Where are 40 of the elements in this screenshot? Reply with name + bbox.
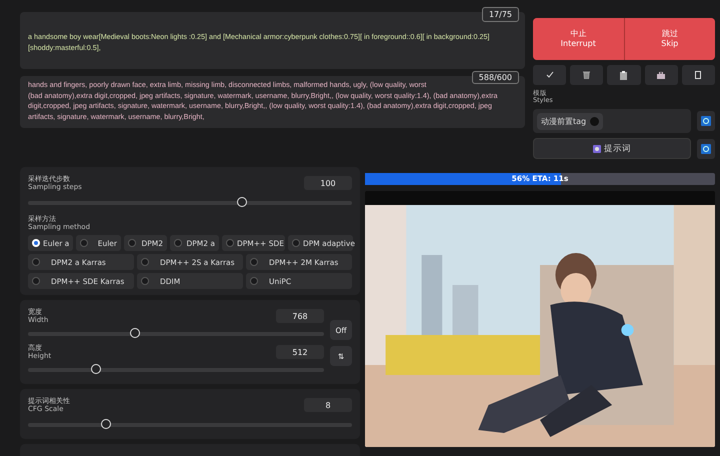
radio-dot[interactable] — [292, 239, 300, 247]
number-field[interactable]: 512 — [276, 345, 324, 359]
refresh-button[interactable] — [697, 111, 715, 131]
radio-dot[interactable] — [141, 277, 149, 285]
radio-dot[interactable] — [226, 239, 234, 247]
radio-dot[interactable] — [80, 239, 88, 247]
refresh-button[interactable] — [697, 138, 715, 158]
style-tag[interactable]: 动漫前置tag — [537, 112, 604, 130]
tool-button[interactable] — [682, 65, 715, 85]
action-button[interactable]: 中止 Interrupt — [533, 18, 624, 60]
radio-dot[interactable] — [174, 239, 182, 247]
square-icon — [695, 71, 702, 79]
slider-thumb[interactable] — [236, 197, 247, 207]
number-field[interactable]: 8 — [304, 398, 352, 412]
number-field[interactable]: 100 — [304, 176, 352, 190]
radio-dot[interactable] — [32, 258, 40, 266]
token-counter: 588/600 — [472, 71, 519, 84]
prompt-button[interactable]: 提示词 — [533, 138, 691, 159]
slider-thumb[interactable] — [130, 328, 140, 338]
check-icon — [546, 71, 554, 79]
radio-dot[interactable] — [250, 277, 258, 285]
number-field[interactable]: 768 — [276, 309, 324, 323]
action-button[interactable]: 跳过 Skip — [624, 18, 715, 60]
radio-dot[interactable] — [141, 258, 149, 266]
slider-thumb[interactable] — [100, 419, 111, 429]
radio-dot[interactable] — [32, 277, 40, 285]
refresh-icon — [701, 116, 711, 126]
tool-button[interactable] — [607, 65, 641, 85]
slider-thumb[interactable] — [91, 364, 102, 374]
tool-button[interactable] — [570, 65, 604, 85]
radio-dot[interactable] — [250, 258, 258, 266]
token-counter: 17/75 — [482, 7, 519, 22]
refresh-icon — [701, 144, 711, 154]
clipboard-icon — [620, 70, 628, 80]
radio-dot[interactable] — [128, 239, 136, 247]
styles-field[interactable]: 动漫前置tag — [533, 109, 691, 133]
briefcase-icon — [657, 72, 666, 78]
tool-button[interactable] — [644, 65, 678, 85]
trash-icon — [583, 71, 590, 79]
negative-prompt-field[interactable] — [20, 76, 525, 128]
